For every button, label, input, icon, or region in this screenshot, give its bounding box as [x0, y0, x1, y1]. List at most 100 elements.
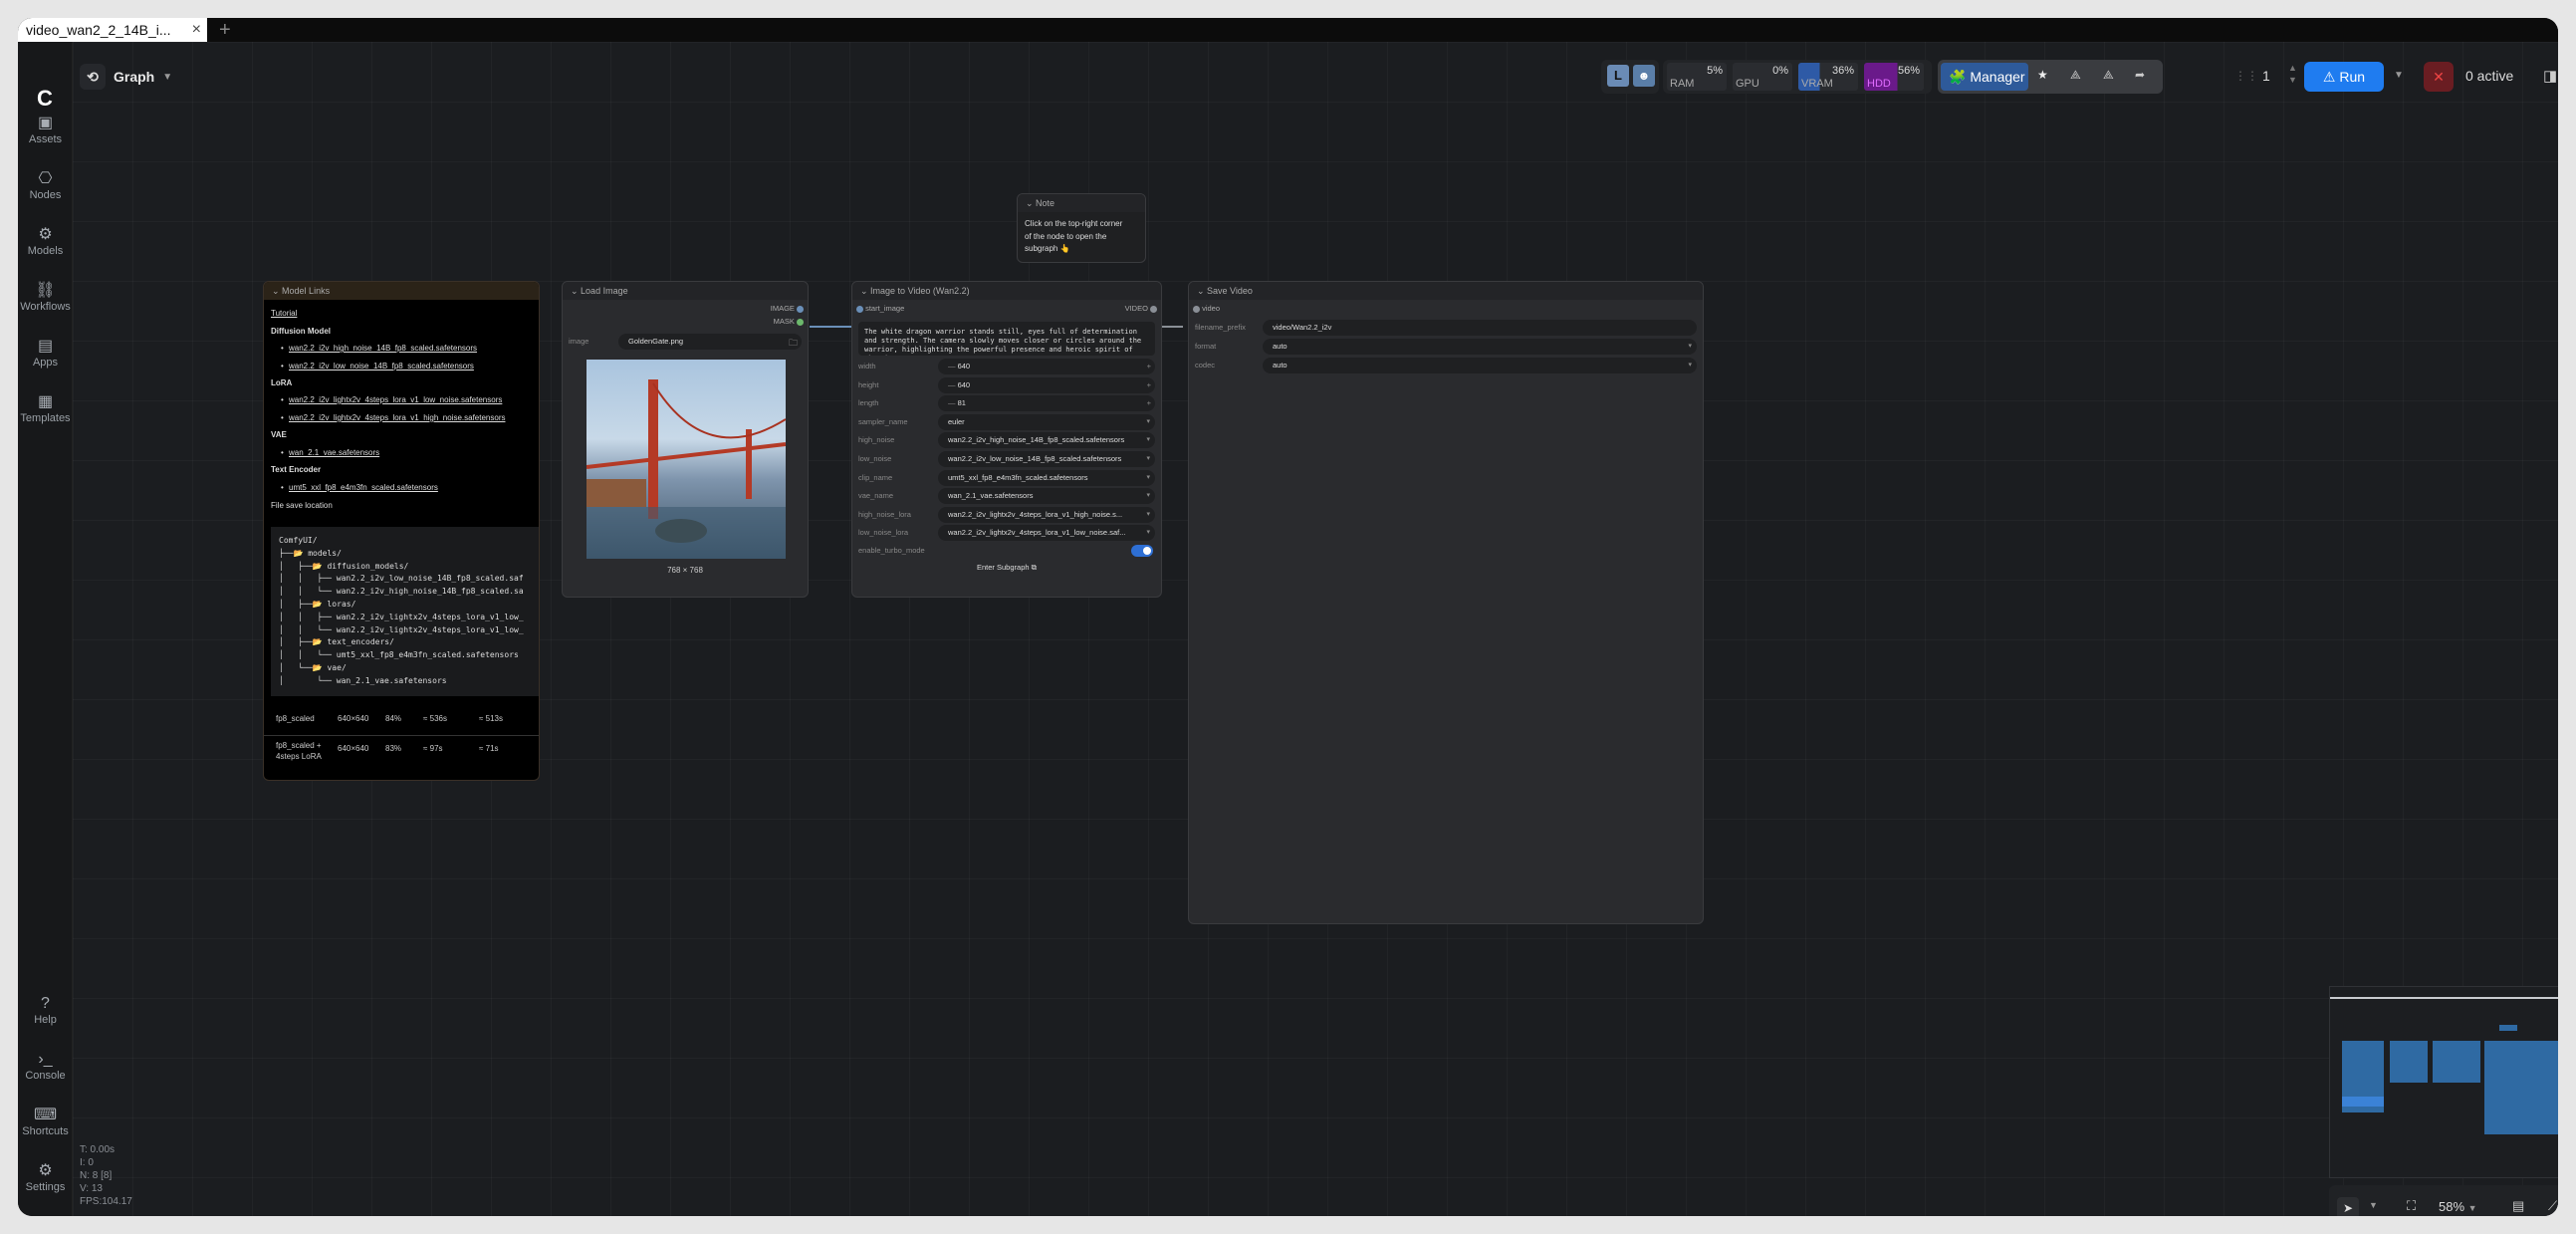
minimap-node: [2499, 1025, 2517, 1031]
image-output-slot[interactable]: IMAGE: [771, 304, 804, 313]
manager-button[interactable]: 🧩 Manager: [1941, 63, 2028, 91]
save-video-title: Save Video: [1189, 282, 1703, 300]
sidebar-item-models[interactable]: ⚙ Models: [18, 225, 73, 257]
sidebar: C: [18, 42, 73, 1216]
lora-link[interactable]: wan2.2_i2v_lightx2v_4steps_lora_v1_low_n…: [281, 395, 502, 404]
minimap-node: [2433, 1041, 2480, 1083]
workflows-icon: ⛓: [35, 282, 56, 299]
new-tab-button[interactable]: +: [219, 18, 231, 42]
drag-handle-icon[interactable]: ⋮⋮: [2234, 69, 2258, 83]
table-row: fp8_scaled 640×640 84% ≈ 536s ≈ 513s: [264, 714, 539, 736]
codec-select[interactable]: codec auto ▾: [1193, 358, 1699, 373]
sidebar-item-help[interactable]: ? Help: [18, 994, 73, 1026]
turbo-toggle[interactable]: [1131, 545, 1153, 557]
sidebar-item-workflows[interactable]: ⛓ Workflows: [18, 281, 73, 313]
image-to-video-node[interactable]: Image to Video (Wan2.2) start_image VIDE…: [851, 281, 1162, 598]
sidebar-item-nodes[interactable]: ⎔ Nodes: [18, 169, 73, 201]
height-widget[interactable]: height640+: [856, 376, 1157, 393]
diffusion-heading: Diffusion Model: [271, 327, 331, 336]
cancel-button[interactable]: ✕: [2424, 62, 2454, 92]
tab-title: video_wan2_2_14B_i...: [26, 22, 171, 38]
note-node[interactable]: Note Click on the top-right cornerof the…: [1017, 193, 1146, 263]
text-encoder-link[interactable]: umt5_xxl_fp8_e4m3fn_scaled.safetensors: [281, 483, 438, 492]
select-mode-icon[interactable]: ➤: [2337, 1197, 2359, 1216]
note-node-title: Note: [1018, 194, 1145, 212]
clip-name-widget[interactable]: clip_name umt5_xxl_fp8_e4m3fn_scaled.safe…: [856, 469, 1157, 486]
image-select[interactable]: image GoldenGate.png 🗀: [567, 334, 804, 350]
models-icon: ⚙: [38, 226, 53, 243]
sidebar-item-assets[interactable]: ▣ Assets: [18, 114, 73, 145]
golden-gate-image: [586, 360, 786, 559]
high-noise-widget[interactable]: high_noise wan2.2_i2v_high_noise_14B_fp8_…: [856, 432, 1157, 449]
active-queue-label[interactable]: 0 active: [2465, 68, 2513, 84]
ram-monitor: 5% RAM: [1667, 63, 1727, 91]
sidebar-item-settings[interactable]: ⚙ Settings: [18, 1161, 73, 1193]
prompt-textarea[interactable]: The white dragon warrior stands still, e…: [858, 322, 1155, 356]
fit-view-icon[interactable]: ⛶: [2407, 1198, 2416, 1214]
turbo-toggle-row[interactable]: enable_turbo_mode: [856, 543, 1157, 559]
tutorial-link[interactable]: Tutorial: [271, 309, 297, 318]
run-options-chevron-icon[interactable]: ▼: [2394, 70, 2404, 81]
hdd-monitor: 56% HDD: [1864, 63, 1924, 91]
extension-icon[interactable]: ⟁: [2070, 68, 2081, 83]
high-noise-lora-widget[interactable]: high_noise_lora wan2.2_i2v_lightx2v_4step…: [856, 506, 1157, 523]
low-noise-widget[interactable]: low_noise wan2.2_i2v_low_noise_14B_fp8_sc…: [856, 451, 1157, 467]
hide-links-icon[interactable]: ⟋: [2548, 1198, 2557, 1214]
lora-link[interactable]: wan2.2_i2v_lightx2v_4steps_lora_v1_high_…: [281, 413, 506, 422]
minimap-node: [2342, 1097, 2384, 1107]
sidebar-item-templates[interactable]: ▦ Templates: [18, 392, 73, 424]
folder-tree: ComfyUI/ ├──📂 models/ │ ├──📂 diffusion_m…: [271, 527, 539, 696]
diffusion-link[interactable]: wan2.2_i2v_low_noise_14B_fp8_scaled.safe…: [281, 362, 474, 370]
table-row: fp8_scaled + 4steps LoRA 640×640 83% ≈ 9…: [276, 741, 499, 761]
queue-stepper-icon[interactable]: ▲ ▼: [2288, 62, 2297, 86]
filename-prefix-field[interactable]: filename_prefix video/Wan2.2_i2v: [1193, 320, 1699, 336]
sidebar-item-console[interactable]: ›_ Console: [18, 1050, 73, 1082]
queue-count[interactable]: 1: [2262, 68, 2270, 84]
width-widget[interactable]: width640+: [856, 359, 1157, 374]
length-widget[interactable]: length81+: [856, 395, 1157, 412]
star-icon[interactable]: ★: [2037, 68, 2048, 82]
start-image-input-slot[interactable]: start_image: [856, 304, 904, 313]
minimap-toggle-icon[interactable]: ▤: [2512, 1198, 2524, 1214]
chevron-down-icon[interactable]: ▼: [2369, 1200, 2378, 1210]
mask-output-slot[interactable]: MASK: [774, 317, 804, 326]
enter-subgraph-button[interactable]: Enter Subgraph ⧉: [852, 563, 1161, 573]
canvas-controls: ➤ ▼ ⛶ 58% ▼ ▤ ⟋: [2329, 1185, 2558, 1216]
vae-link[interactable]: wan_2.1_vae.safetensors: [281, 448, 379, 457]
format-select[interactable]: format auto ▾: [1193, 339, 1699, 355]
video-output-slot[interactable]: VIDEO: [1125, 304, 1157, 313]
run-button[interactable]: ⚠ Run: [2304, 62, 2384, 92]
help-icon: ?: [41, 995, 50, 1012]
low-noise-lora-widget[interactable]: low_noise_lora wan2.2_i2v_lightx2v_4steps…: [856, 525, 1157, 542]
diffusion-link[interactable]: wan2.2_i2v_high_noise_14B_fp8_scaled.saf…: [281, 344, 477, 353]
sidebar-item-shortcuts[interactable]: ⌨ Shortcuts: [18, 1106, 73, 1137]
app-window: video_wan2_2_14B_i... × + C ⟲ Graph ▼ L …: [18, 18, 2558, 1216]
minimap[interactable]: ✕: [2329, 986, 2558, 1178]
console-icon: ›_: [38, 1051, 53, 1068]
graph-mode-button[interactable]: ⟲ Graph ▼: [80, 62, 172, 92]
workflow-tab[interactable]: video_wan2_2_14B_i... ×: [18, 18, 207, 42]
gear-icon: ⚙: [38, 1162, 53, 1179]
close-tab-icon[interactable]: ×: [192, 18, 201, 42]
vae-name-widget[interactable]: vae_name wan_2.1_vae.safetensors ▾: [856, 488, 1157, 505]
comfy-logo-icon[interactable]: C: [32, 86, 58, 112]
save-video-node[interactable]: Save Video video filename_prefixvideo/Wa…: [1188, 281, 1704, 924]
video-input-slot[interactable]: video: [1193, 304, 1220, 313]
avatar-icon[interactable]: ☻: [1633, 65, 1655, 87]
tab-bar: video_wan2_2_14B_i... × +: [18, 18, 2558, 42]
model-links-node[interactable]: Model Links Tutorial Diffusion Model wan…: [263, 281, 540, 781]
gpu-monitor: 0% GPU: [1733, 63, 1792, 91]
sampler-name-widget[interactable]: sampler_name euler ▾: [856, 413, 1157, 430]
top-toolbar: L ☻ 5% RAM 0% GPU 36% VRAM 56% HDD 🧩 Manager…: [1601, 60, 2557, 94]
sidebar-item-apps[interactable]: ▤ Apps: [18, 337, 73, 369]
bridge-illustration: [586, 379, 786, 559]
i2v-title: Image to Video (Wan2.2): [852, 282, 1161, 300]
share-icon[interactable]: ➦: [2135, 68, 2145, 82]
right-panel-icon[interactable]: ◨: [2543, 67, 2557, 85]
folder-icon[interactable]: 🗀: [789, 336, 798, 352]
minimap-node: [2484, 1041, 2558, 1134]
update-icon[interactable]: ⟁: [2103, 68, 2114, 83]
load-image-node[interactable]: Load Image IMAGE MASK image GoldenGate.p…: [562, 281, 809, 598]
l-extension-icon[interactable]: L: [1607, 65, 1629, 87]
zoom-level[interactable]: 58% ▼: [2439, 1199, 2477, 1214]
